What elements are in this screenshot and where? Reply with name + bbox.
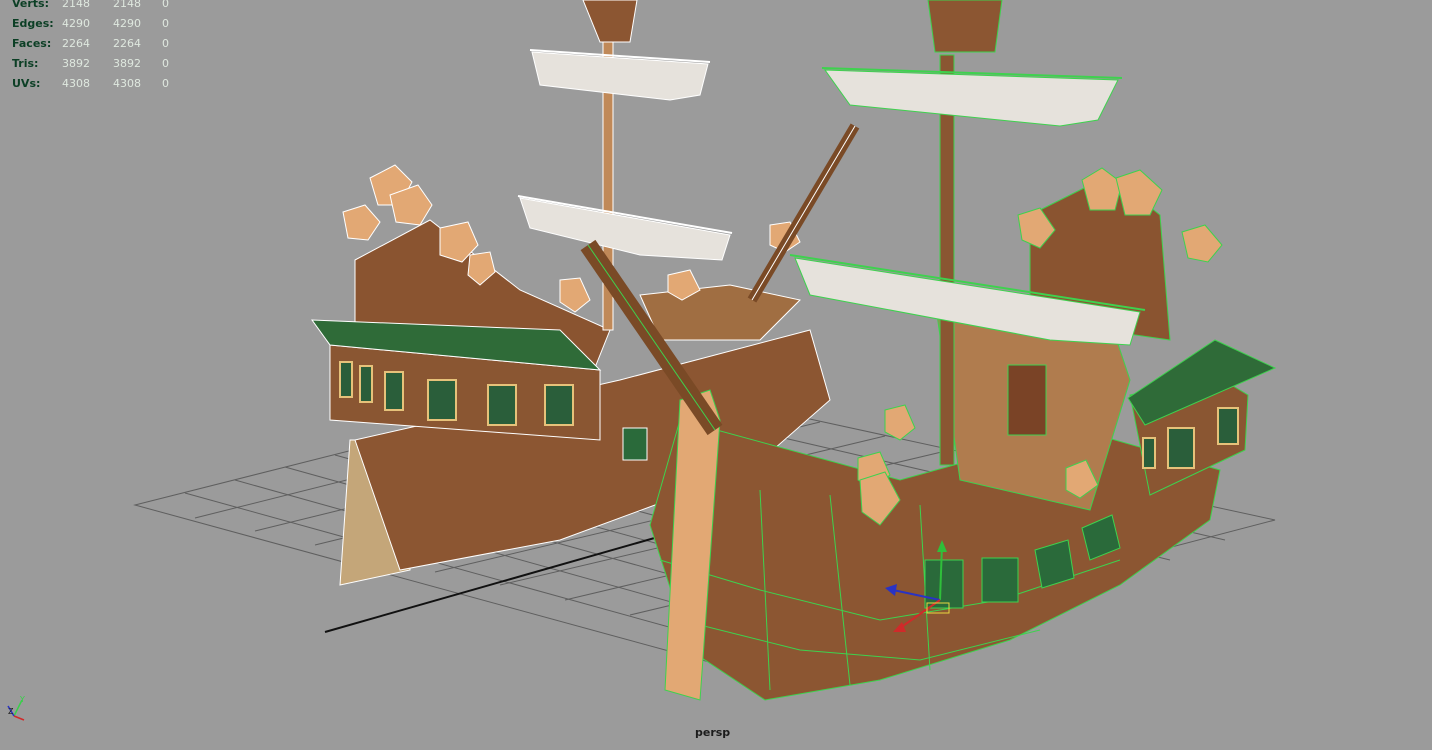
hud-stat-value: 0	[162, 17, 169, 30]
hud-row: Tris: 3892 3892 0	[12, 54, 182, 74]
hud-stat-label: Faces:	[12, 37, 52, 50]
view-axis-indicator: Y Z	[7, 695, 25, 721]
poly-count-hud: Verts: 2148 2148 0 Edges: 4290 4290 0 Faces: 2264…	[12, 0, 182, 94]
hud-stat-value: 0	[162, 37, 169, 50]
hud-stat-value: 4290	[62, 17, 90, 30]
hud-stat-value: 2148	[62, 0, 90, 10]
hud-stat-value: 0	[162, 0, 169, 10]
hud-stat-label: Tris:	[12, 57, 39, 70]
hud-stat-value: 4308	[113, 77, 141, 90]
ship-front-mesh[interactable]	[580, 0, 1277, 701]
hud-stat-value: 0	[162, 57, 169, 70]
scene-canvas[interactable]	[0, 0, 1432, 745]
perspective-viewport[interactable]	[0, 0, 1432, 745]
camera-name-label: persp	[695, 726, 731, 739]
cabin-door	[1007, 364, 1047, 436]
hud-stat-value: 2264	[62, 37, 90, 50]
hud-stat-value: 0	[162, 77, 169, 90]
hud-stat-label: Edges:	[12, 17, 54, 30]
axis-y-label: Y	[19, 695, 25, 704]
hud-row: Verts: 2148 2148 0	[12, 0, 182, 14]
hud-stat-value: 2148	[113, 0, 141, 10]
hud-stat-value: 4290	[113, 17, 141, 30]
hud-stat-label: Verts:	[12, 0, 50, 10]
axis-z-label: Z	[8, 707, 14, 716]
hud-stat-value: 3892	[62, 57, 90, 70]
hud-row: Faces: 2264 2264 0	[12, 34, 182, 54]
hud-row: Edges: 4290 4290 0	[12, 14, 182, 34]
hud-stat-value: 4308	[62, 77, 90, 90]
hud-stat-value: 2264	[113, 37, 141, 50]
hud-row: UVs: 4308 4308 0	[12, 74, 182, 94]
hud-stat-label: UVs:	[12, 77, 41, 90]
hud-stat-value: 3892	[113, 57, 141, 70]
